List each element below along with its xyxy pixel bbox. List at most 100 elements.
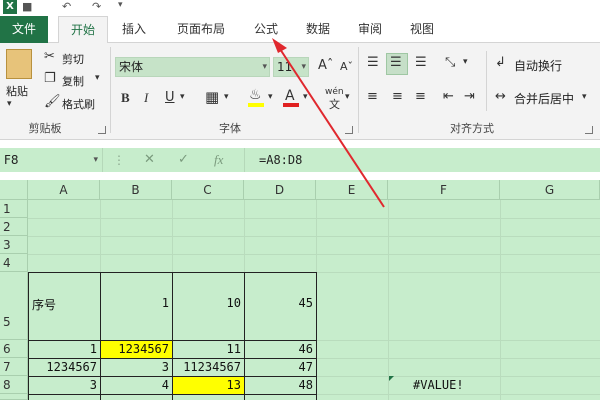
fill-dropdown-icon[interactable]: ▾ bbox=[268, 92, 273, 102]
more-icon: ⋮ bbox=[113, 153, 125, 167]
row-header-2[interactable]: 2 bbox=[0, 218, 28, 236]
cell-d8[interactable]: 48 bbox=[245, 378, 316, 392]
row-header-3[interactable]: 3 bbox=[0, 236, 28, 254]
formula-input[interactable]: =A8:D8 bbox=[244, 148, 600, 172]
paste-icon[interactable] bbox=[6, 49, 32, 79]
font-color-dropdown-icon[interactable]: ▾ bbox=[303, 92, 308, 102]
column-header-f[interactable]: F bbox=[388, 180, 500, 200]
cell-b7[interactable]: 3 bbox=[101, 360, 172, 374]
table-border bbox=[316, 272, 317, 400]
cell-d6[interactable]: 46 bbox=[245, 342, 316, 356]
row-header-5[interactable]: 5 bbox=[0, 272, 28, 340]
cell-c8[interactable]: 13 bbox=[173, 378, 244, 392]
column-header-d[interactable]: D bbox=[244, 180, 316, 200]
save-icon[interactable]: ■ bbox=[22, 0, 32, 13]
underline-dropdown-icon[interactable]: ▾ bbox=[180, 92, 185, 102]
clipboard-launcher-icon[interactable] bbox=[98, 126, 106, 134]
shrink-font-icon[interactable]: Aˇ bbox=[340, 60, 353, 73]
font-size-select[interactable]: 11 ▾ bbox=[273, 57, 309, 77]
fill-color-icon[interactable]: ♨ bbox=[249, 87, 262, 103]
cancel-icon[interactable]: ✕ bbox=[144, 148, 155, 172]
copy-icon[interactable]: ❐ bbox=[44, 71, 56, 86]
underline-button[interactable]: U bbox=[165, 90, 175, 105]
cell-a6[interactable]: 1 bbox=[29, 342, 100, 356]
insert-function-button[interactable]: fx bbox=[214, 148, 223, 172]
orientation-dropdown-icon[interactable]: ▾ bbox=[463, 57, 468, 67]
cell-b8[interactable]: 4 bbox=[101, 378, 172, 392]
tab-review[interactable]: 审阅 bbox=[350, 16, 390, 43]
row-header-6[interactable]: 6 bbox=[0, 340, 28, 358]
wrap-text-button[interactable]: 自动换行 bbox=[514, 57, 562, 74]
tab-file[interactable]: 文件 bbox=[0, 16, 48, 43]
merge-dropdown-icon[interactable]: ▾ bbox=[582, 92, 587, 102]
borders-icon[interactable]: ▦ bbox=[205, 88, 219, 106]
cell-b5[interactable]: 1 bbox=[101, 296, 172, 310]
copy-dropdown-icon[interactable]: ▾ bbox=[95, 73, 100, 83]
worksheet-grid: A B C D E F G 1 2 3 4 5 6 7 8 序号 1 10 45… bbox=[0, 180, 600, 400]
tab-formulas[interactable]: 公式 bbox=[246, 16, 286, 43]
paste-dropdown-icon[interactable]: ▾ bbox=[7, 99, 12, 109]
column-header-e[interactable]: E bbox=[316, 180, 388, 200]
group-separator bbox=[110, 47, 111, 133]
cut-button[interactable]: 剪切 bbox=[62, 51, 84, 67]
tab-insert[interactable]: 插入 bbox=[112, 16, 156, 43]
tab-home[interactable]: 开始 bbox=[58, 16, 108, 44]
tab-page-layout[interactable]: 页面布局 bbox=[168, 16, 234, 43]
row-header-7[interactable]: 7 bbox=[0, 358, 28, 376]
column-header-g[interactable]: G bbox=[500, 180, 600, 200]
bold-button[interactable]: B bbox=[121, 90, 130, 106]
align-bottom-icon[interactable]: ☰ bbox=[415, 55, 427, 70]
cell-c7[interactable]: 11234567 bbox=[173, 360, 244, 374]
align-top-icon[interactable]: ☰ bbox=[367, 55, 379, 70]
increase-indent-icon[interactable]: ⇥ bbox=[464, 89, 475, 104]
row-header-8[interactable]: 8 bbox=[0, 376, 28, 394]
font-launcher-icon[interactable] bbox=[345, 126, 353, 134]
paste-button[interactable]: 粘贴 bbox=[6, 83, 28, 99]
align-right-icon[interactable]: ≡ bbox=[415, 89, 426, 104]
cell-a7[interactable]: 1234567 bbox=[29, 360, 100, 374]
tab-view[interactable]: 视图 bbox=[402, 16, 442, 43]
phonetic-dropdown-icon[interactable]: ▾ bbox=[345, 92, 350, 102]
borders-dropdown-icon[interactable]: ▾ bbox=[224, 92, 229, 102]
merge-center-button[interactable]: 合并后居中 bbox=[514, 90, 574, 107]
font-group-label: 字体 bbox=[219, 122, 241, 135]
undo-icon[interactable]: ↶ bbox=[62, 0, 71, 13]
tab-data[interactable]: 数据 bbox=[298, 16, 338, 43]
orientation-icon[interactable]: ⤡ bbox=[445, 55, 455, 70]
redo-icon[interactable]: ↷ bbox=[92, 0, 101, 13]
cell-a5[interactable]: 序号 bbox=[29, 296, 100, 313]
cell-f8[interactable]: #VALUE! bbox=[410, 378, 500, 392]
column-header-a[interactable]: A bbox=[28, 180, 100, 200]
alignment-launcher-icon[interactable] bbox=[585, 126, 593, 134]
cell-a8[interactable]: 3 bbox=[29, 378, 100, 392]
enter-icon[interactable]: ✓ bbox=[178, 148, 189, 172]
row-header-1[interactable]: 1 bbox=[0, 200, 28, 218]
row-header-9[interactable] bbox=[0, 394, 28, 400]
grow-font-icon[interactable]: Aˆ bbox=[318, 58, 333, 73]
select-all-corner[interactable] bbox=[0, 180, 28, 200]
format-painter-button[interactable]: 格式刷 bbox=[62, 96, 95, 112]
column-header-c[interactable]: C bbox=[172, 180, 244, 200]
format-painter-icon[interactable]: 🖌 bbox=[44, 94, 61, 109]
copy-button[interactable]: 复制 bbox=[62, 73, 84, 89]
cell-b6[interactable]: 1234567 bbox=[101, 342, 172, 356]
italic-button[interactable]: I bbox=[144, 90, 148, 106]
name-box[interactable]: F8 ▾ bbox=[0, 148, 103, 172]
wrap-text-icon[interactable]: ↲ bbox=[495, 55, 506, 70]
cell-c5[interactable]: 10 bbox=[173, 296, 244, 310]
formula-controls: ✕ ✓ fx bbox=[130, 148, 240, 172]
cut-icon[interactable]: ✂ bbox=[44, 49, 55, 64]
merge-center-icon[interactable]: ↔ bbox=[495, 89, 506, 104]
cell-d5[interactable]: 45 bbox=[245, 296, 316, 310]
font-name-select[interactable]: 宋体 ▾ bbox=[115, 57, 270, 77]
font-color-icon[interactable]: A bbox=[285, 88, 295, 104]
align-left-icon[interactable]: ≡ bbox=[367, 89, 378, 104]
row-header-4[interactable]: 4 bbox=[0, 254, 28, 272]
align-center-icon[interactable]: ≡ bbox=[392, 89, 403, 104]
column-header-b[interactable]: B bbox=[100, 180, 172, 200]
cell-d7[interactable]: 47 bbox=[245, 360, 316, 374]
clipboard-group-label: 剪贴板 bbox=[28, 122, 62, 135]
cell-c6[interactable]: 11 bbox=[173, 342, 244, 356]
decrease-indent-icon[interactable]: ⇤ bbox=[443, 89, 454, 104]
customize-icon[interactable]: ▾ bbox=[118, 0, 123, 10]
